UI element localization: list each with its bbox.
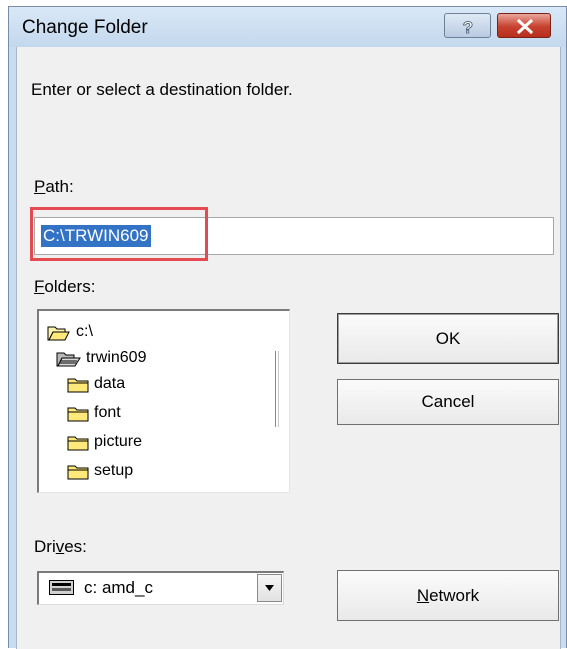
folder-name: data (94, 375, 126, 392)
folders-scrollbar[interactable] (275, 351, 279, 427)
title-bar[interactable]: Change Folder ? (9, 7, 566, 47)
folder-name: picture (94, 433, 143, 450)
drive-icon (49, 580, 74, 595)
cancel-button[interactable]: Cancel (337, 379, 559, 425)
drive-dropdown-button[interactable] (257, 574, 282, 602)
open-folder-icon (47, 326, 70, 341)
drives-select[interactable]: c: amd_c (37, 571, 284, 605)
path-label: Path: (34, 177, 74, 196)
drives-label: Drives: (34, 537, 87, 556)
folder-icon (67, 378, 89, 393)
help-button[interactable]: ? (444, 13, 491, 38)
close-icon (516, 18, 534, 35)
folder-name: setup (94, 462, 134, 479)
network-button[interactable]: Network (337, 570, 559, 621)
dialog-body: Enter or select a destination folder. Pa… (16, 47, 561, 649)
ok-button[interactable]: OK (337, 313, 559, 364)
window-title: Change Folder (22, 17, 148, 38)
instruction-text: Enter or select a destination folder. (31, 80, 293, 99)
svg-text:?: ? (463, 18, 473, 37)
folder-name: trwin609 (86, 349, 147, 366)
folder-name: c:\ (76, 323, 93, 340)
change-folder-dialog: Change Folder ? Enter or select a destin… (8, 6, 567, 649)
folder-icon (67, 407, 89, 422)
folder-icon (67, 465, 89, 480)
folders-list[interactable]: c:\ trwin609 data font picture setup (37, 309, 290, 493)
folder-icon (67, 436, 89, 451)
folder-name: font (94, 404, 121, 421)
folders-label: Folders: (34, 277, 96, 296)
open-folder-icon (56, 352, 81, 367)
highlight-box (30, 207, 208, 261)
close-button[interactable] (497, 13, 551, 38)
question-icon: ? (462, 18, 473, 38)
chevron-down-icon (265, 585, 274, 591)
drive-selected-value: c: amd_c (84, 578, 153, 597)
